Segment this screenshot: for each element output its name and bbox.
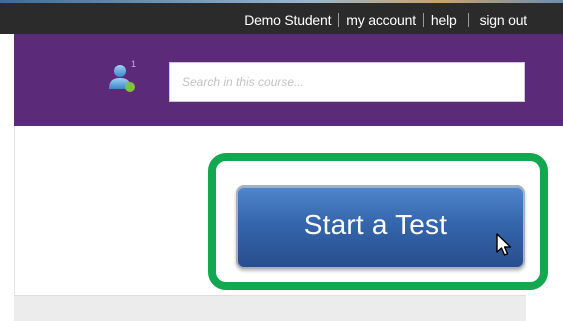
content-border [14, 126, 15, 294]
start-test-button[interactable]: Start a Test [236, 185, 525, 269]
my-account-link[interactable]: my account [346, 12, 416, 28]
course-search-input[interactable] [169, 62, 525, 102]
user-name-link[interactable]: Demo Student [244, 12, 331, 28]
sign-out-link[interactable]: sign out [480, 12, 528, 28]
user-count-badge: 1 [131, 59, 137, 69]
course-header: 1 [14, 34, 563, 126]
top-bar: Demo Student my account help sign out [0, 0, 563, 34]
window-strip [0, 0, 563, 3]
nav-divider [467, 13, 469, 27]
account-nav: Demo Student my account help sign out [244, 11, 527, 29]
pointer-arrow-icon [495, 233, 513, 257]
nav-divider [338, 13, 340, 27]
nav-divider [422, 13, 424, 27]
help-link[interactable]: help [431, 12, 457, 28]
content-panel [14, 295, 526, 321]
